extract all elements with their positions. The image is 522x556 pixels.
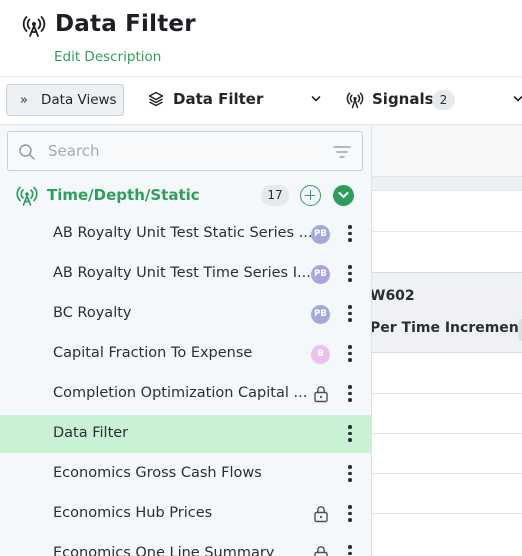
item-label: Economics One Line Summary: [53, 545, 275, 556]
item-label: AB Royalty Unit Test Time Series I...: [53, 265, 311, 281]
list-item[interactable]: BC Royalty PB: [0, 295, 371, 333]
more-options-icon[interactable]: [347, 425, 353, 443]
group-header[interactable]: Time/Depth/Static 17: [0, 180, 372, 212]
more-options-icon[interactable]: [347, 345, 353, 363]
item-label: AB Royalty Unit Test Static Series ...: [53, 225, 313, 241]
chevron-down-icon[interactable]: [311, 95, 321, 103]
antenna-icon: [16, 186, 38, 206]
toolbar: » Data Views Data Filter Signals 2: [0, 77, 522, 124]
more-options-icon[interactable]: [347, 545, 353, 556]
more-options-icon[interactable]: [347, 305, 353, 323]
list-item[interactable]: AB Royalty Unit Test Static Series ... P…: [0, 215, 371, 253]
grid-cell-increment: Per Time Increment: [370, 320, 522, 336]
search-icon: [19, 144, 35, 160]
list-item[interactable]: Economics One Line Summary: [0, 535, 371, 556]
lock-icon: [314, 546, 328, 556]
more-options-icon[interactable]: [347, 385, 353, 403]
grid-row-divider: [372, 433, 522, 434]
more-options-icon[interactable]: [347, 505, 353, 523]
signals-dropdown-label[interactable]: Signals: [372, 90, 434, 108]
list-item[interactable]: Economics Hub Prices: [0, 495, 371, 533]
group-label: Time/Depth/Static: [47, 186, 200, 204]
antenna-icon: [22, 16, 46, 37]
list-item[interactable]: Completion Optimization Capital ...: [0, 375, 371, 413]
edit-description-link[interactable]: Edit Description: [54, 49, 161, 65]
item-label: Capital Fraction To Expense: [53, 345, 253, 361]
avatar: B: [311, 345, 330, 364]
more-options-icon[interactable]: [347, 265, 353, 283]
data-views-button[interactable]: » Data Views: [6, 84, 124, 116]
signals-antenna-icon: [346, 92, 364, 109]
data-views-label: Data Views: [41, 92, 117, 108]
grid-header-band: [372, 177, 522, 191]
filter-lines-icon[interactable]: [333, 145, 351, 159]
double-chevron-right-icon: »: [20, 93, 28, 108]
list-item[interactable]: Economics Gross Cash Flows: [0, 455, 371, 493]
more-options-icon[interactable]: [347, 225, 353, 243]
item-label: Economics Hub Prices: [53, 505, 213, 521]
grid-row-divider: [372, 513, 522, 514]
avatar: PB: [311, 265, 330, 284]
grid-row-divider: [372, 473, 522, 474]
search-input[interactable]: [48, 139, 318, 163]
chevron-down-icon[interactable]: [513, 95, 522, 103]
data-filter-dropdown-label[interactable]: Data Filter: [173, 90, 263, 108]
signals-count-badge: 2: [432, 90, 455, 110]
add-item-button[interactable]: [300, 185, 321, 206]
lock-icon: [314, 506, 328, 523]
avatar: PB: [311, 305, 330, 324]
collapse-group-button[interactable]: [333, 185, 354, 206]
grid-cell-pill: [518, 319, 522, 341]
more-options-icon[interactable]: [347, 465, 353, 483]
data-filter-panel: Time/Depth/Static 17 AB Royalty Unit Tes…: [0, 125, 372, 556]
data-grid: W602 Per Time Increment: [370, 125, 522, 556]
grid-header: [372, 125, 522, 177]
grid-highlighted-row[interactable]: [372, 272, 522, 353]
list-item[interactable]: AB Royalty Unit Test Time Series I... PB: [0, 255, 371, 293]
grid-row-divider: [372, 231, 522, 232]
grid-row-divider: [372, 393, 522, 394]
list-item[interactable]: Capital Fraction To Expense B: [0, 335, 371, 373]
avatar: PB: [311, 225, 330, 244]
grid-cell-well: W602: [370, 288, 415, 304]
item-label: BC Royalty: [53, 305, 132, 321]
list-item-selected[interactable]: Data Filter: [0, 415, 371, 453]
layers-icon: [148, 91, 164, 107]
chevron-down-icon: [338, 192, 349, 199]
group-count-badge: 17: [261, 185, 289, 206]
page-title: Data Filter: [55, 11, 196, 37]
page-header: Data Filter Edit Description: [0, 0, 522, 76]
item-label: Data Filter: [53, 425, 129, 441]
item-label: Economics Gross Cash Flows: [53, 465, 262, 481]
lock-icon: [314, 386, 328, 403]
search-box[interactable]: [7, 131, 363, 171]
item-label: Completion Optimization Capital ...: [53, 385, 308, 401]
